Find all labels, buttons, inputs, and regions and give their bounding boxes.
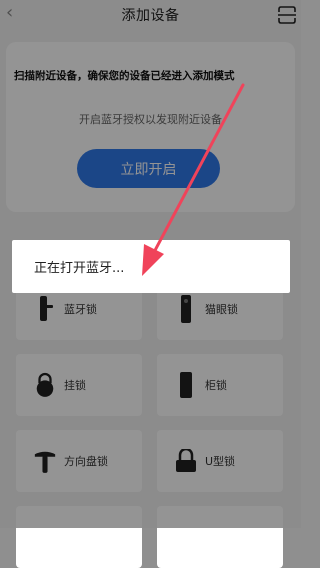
toast-message: 正在打开蓝牙... — [34, 261, 125, 276]
loading-toast: 正在打开蓝牙... — [12, 240, 290, 293]
